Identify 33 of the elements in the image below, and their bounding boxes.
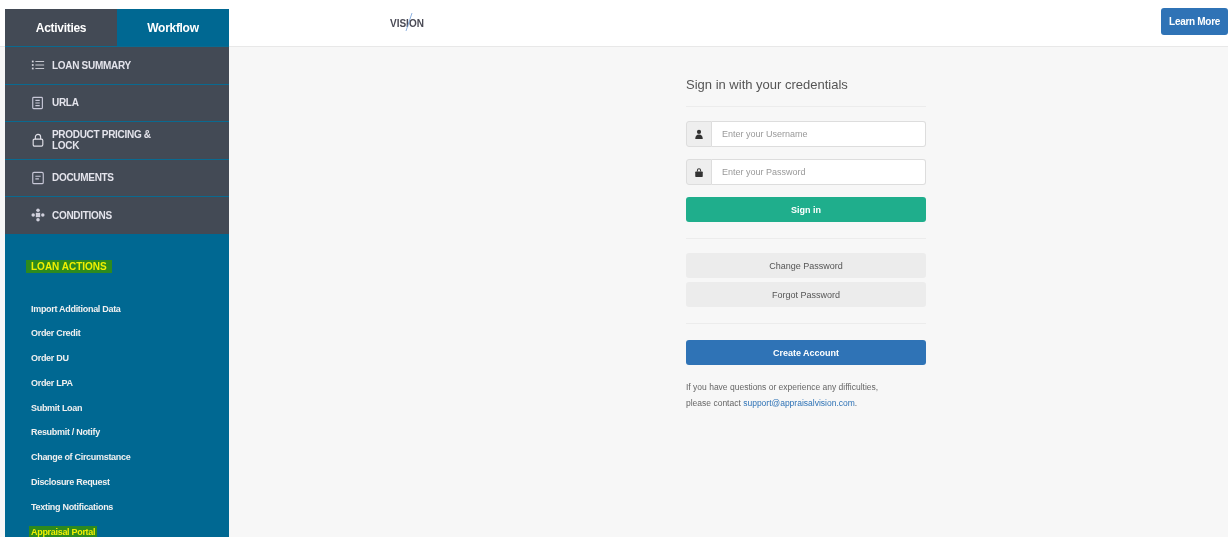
lock-icon (694, 167, 704, 177)
form-icon (31, 95, 45, 110)
password-field[interactable]: Enter your Password (712, 159, 926, 185)
action-link[interactable]: Appraisal Portal (29, 525, 98, 537)
nav-item[interactable]: CONDITIONS (5, 196, 229, 234)
action-link[interactable]: Resubmit / Notify (29, 426, 102, 439)
logo: VISION (390, 17, 424, 29)
user-icon (694, 129, 704, 139)
nav-item[interactable]: DOCUMENTS (5, 158, 229, 196)
email-link[interactable]: support@appraisalvision.com (743, 398, 855, 408)
section-heading: LOAN ACTIONS (26, 259, 112, 273)
change-password-button[interactable]: Change Password (686, 253, 926, 278)
diamond-nodes-icon (31, 208, 45, 223)
nav-item[interactable]: URLA (5, 83, 229, 121)
action-link[interactable]: Submit Loan (29, 401, 85, 414)
action-link[interactable]: Import Additional Data (29, 302, 123, 315)
username-field[interactable]: Enter your Username (712, 121, 926, 147)
create-account-button[interactable]: Create Account (686, 340, 926, 365)
sidebar-tab[interactable]: Activities (5, 9, 117, 46)
nav-item[interactable]: PRODUCT PRICING & LOCK (5, 121, 229, 159)
help-text: If you have questions or experience any difficulties, please contact support@appraisalvision.com. (686, 381, 880, 410)
action-link[interactable]: Change of Circumstance (29, 451, 133, 464)
action-link[interactable]: Texting Notifications (29, 500, 116, 513)
document-icon (31, 170, 45, 185)
forgot-password-button[interactable]: Forgot Password (686, 282, 926, 307)
action-link[interactable]: Disclosure Request (29, 476, 112, 489)
lock-icon (31, 133, 45, 148)
form-title: Sign in with your credentials (686, 77, 849, 94)
action-link[interactable]: Order DU (29, 352, 71, 365)
action-link[interactable]: Order Credit (29, 327, 83, 340)
action-link[interactable]: Order LPA (29, 376, 75, 389)
learn-more-button[interactable]: Learn More (1161, 7, 1228, 35)
nav-item[interactable]: LOAN SUMMARY (5, 46, 229, 84)
